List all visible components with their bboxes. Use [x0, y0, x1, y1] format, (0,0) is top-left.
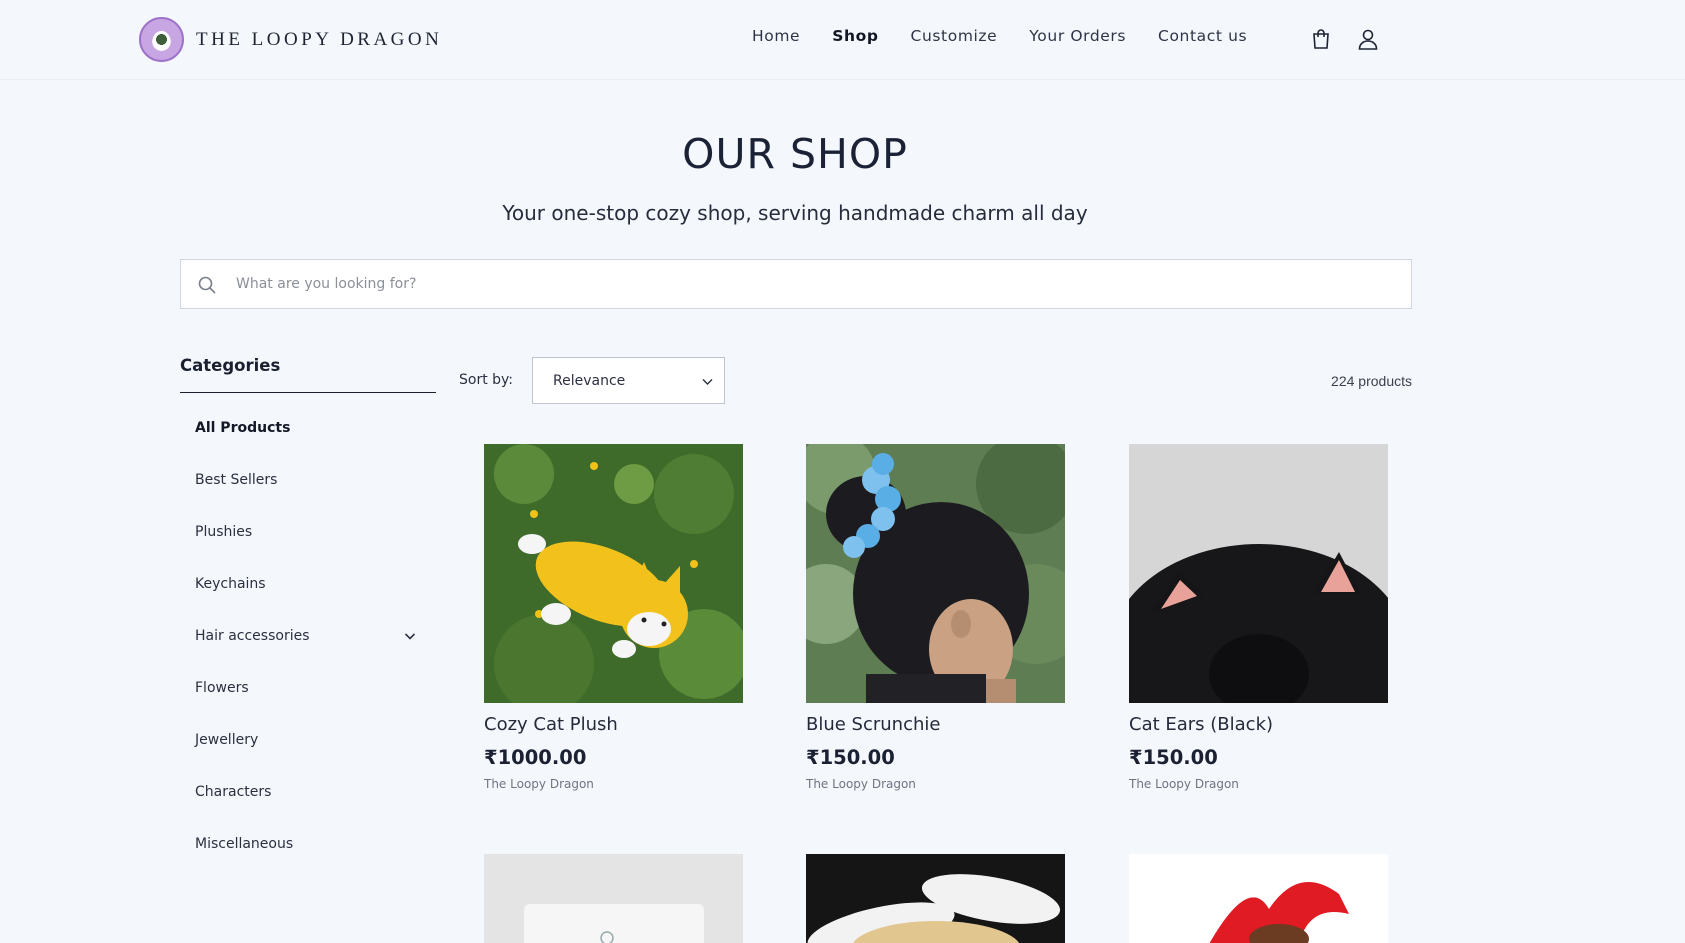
nav-your-orders[interactable]: Your Orders [1029, 27, 1126, 45]
nav-home[interactable]: Home [752, 27, 800, 45]
category-hair-accessories[interactable]: Hair accessories [195, 628, 425, 680]
search-icon [198, 276, 216, 294]
product-price: ₹150.00 [806, 746, 895, 769]
category-flowers[interactable]: Flowers [195, 680, 425, 732]
product-vendor: The Loopy Dragon [806, 777, 916, 791]
category-best-sellers[interactable]: Best Sellers [195, 472, 425, 524]
nav-contact-us[interactable]: Contact us [1158, 27, 1247, 45]
category-list: All Products Best Sellers Plushies Keych… [195, 420, 425, 888]
category-all-products[interactable]: All Products [195, 420, 425, 472]
category-label: Hair accessories [195, 628, 310, 644]
chevron-down-icon [702, 379, 713, 385]
product-price: ₹150.00 [1129, 746, 1218, 769]
sort-value: Relevance [553, 373, 626, 389]
page-title: OUR SHOP [682, 130, 908, 178]
product-image[interactable] [484, 444, 743, 703]
product-name[interactable]: Cozy Cat Plush [484, 714, 743, 735]
product-image[interactable] [806, 854, 1065, 943]
sort-dropdown[interactable]: Relevance [532, 357, 725, 404]
category-plushies[interactable]: Plushies [195, 524, 425, 576]
site-header: THE LOOPY DRAGON Home Shop Customize You… [0, 0, 1685, 80]
logo-badge-icon [139, 17, 184, 62]
product-count: 224 products [1331, 373, 1412, 389]
logo[interactable]: THE LOOPY DRAGON [139, 17, 442, 62]
product-card[interactable]: Cat Ears (Black) ₹150.00 The Loopy Drago… [1129, 444, 1388, 791]
product-card[interactable] [1129, 854, 1388, 943]
search-bar [180, 259, 1412, 309]
product-name[interactable]: Blue Scrunchie [806, 714, 1065, 735]
product-card[interactable]: Cozy Cat Plush ₹1000.00 The Loopy Dragon [484, 444, 743, 791]
categories-heading: Categories [180, 356, 281, 375]
bag-icon[interactable] [1309, 27, 1333, 51]
product-card[interactable]: Blue Scrunchie ₹150.00 The Loopy Dragon [806, 444, 1065, 791]
categories-divider [180, 392, 436, 393]
product-card[interactable] [484, 854, 743, 943]
category-characters[interactable]: Characters [195, 784, 425, 836]
product-price: ₹1000.00 [484, 746, 587, 769]
category-jewellery[interactable]: Jewellery [195, 732, 425, 784]
product-card[interactable] [806, 854, 1065, 943]
search-input[interactable] [236, 260, 1386, 308]
product-name[interactable]: Cat Ears (Black) [1129, 714, 1388, 735]
category-keychains[interactable]: Keychains [195, 576, 425, 628]
nav-shop[interactable]: Shop [832, 27, 878, 45]
product-image[interactable] [1129, 444, 1388, 703]
chevron-down-icon[interactable] [403, 629, 417, 643]
main-nav: Home Shop Customize Your Orders Contact … [752, 27, 1279, 45]
product-vendor: The Loopy Dragon [484, 777, 594, 791]
brand-name: THE LOOPY DRAGON [196, 28, 443, 50]
product-image[interactable] [806, 444, 1065, 703]
user-icon[interactable] [1356, 27, 1380, 51]
category-miscellaneous[interactable]: Miscellaneous [195, 836, 425, 888]
product-image[interactable] [1129, 854, 1388, 943]
page-subtitle: Your one-stop cozy shop, serving handmad… [502, 201, 1088, 225]
sort-label: Sort by: [459, 372, 514, 388]
nav-customize[interactable]: Customize [911, 27, 998, 45]
product-vendor: The Loopy Dragon [1129, 777, 1239, 791]
product-image[interactable] [484, 854, 743, 943]
